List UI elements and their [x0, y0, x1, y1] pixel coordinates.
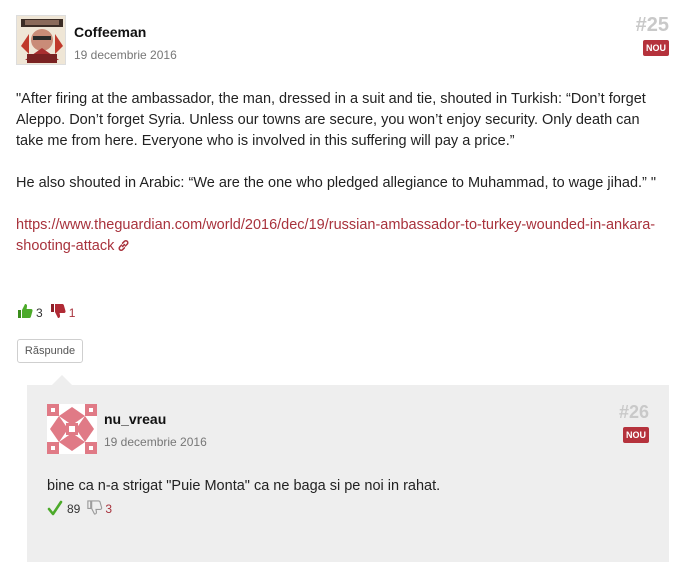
article-link[interactable]: https://www.theguardian.com/world/2016/d…: [16, 217, 655, 254]
check-icon[interactable]: [47, 500, 63, 519]
post-paragraph: He also shouted in Arabic: “We are the o…: [16, 175, 657, 191]
link-icon: [117, 238, 130, 259]
dislike-count: 3: [105, 502, 113, 516]
post-number[interactable]: #26: [619, 402, 649, 423]
like-count: 3: [36, 305, 43, 320]
post-body: "After firing at the ambassador, the man…: [16, 89, 666, 259]
post-paragraph: "After firing at the ambassador, the man…: [16, 91, 646, 149]
reply-button[interactable]: Răspunde: [17, 339, 83, 363]
thumbs-down-icon[interactable]: [86, 499, 103, 519]
post-date: 19 decembrie 2016: [104, 435, 207, 449]
new-badge: NOU: [623, 427, 649, 443]
author-name[interactable]: Coffeeman: [74, 24, 146, 40]
post-link-paragraph: https://www.theguardian.com/world/2016/d…: [16, 215, 666, 259]
agree-count: 89: [67, 502, 81, 516]
new-badge: NOU: [643, 40, 669, 56]
post-date: 19 decembrie 2016: [74, 48, 177, 62]
reply-pointer: [52, 375, 72, 385]
thumbs-up-icon[interactable]: [16, 302, 34, 323]
post-number[interactable]: #25: [636, 14, 669, 37]
author-name[interactable]: nu_vreau: [104, 411, 166, 427]
post-body: bine ca n-a strigat "Puie Monta" ca ne b…: [47, 478, 441, 494]
thumbs-down-icon[interactable]: [49, 302, 67, 323]
reactions: 89 3: [47, 499, 118, 519]
avatar[interactable]: [47, 404, 97, 454]
reactions: 3 1: [16, 302, 81, 323]
avatar[interactable]: [16, 15, 66, 65]
dislike-count: 1: [68, 305, 76, 320]
